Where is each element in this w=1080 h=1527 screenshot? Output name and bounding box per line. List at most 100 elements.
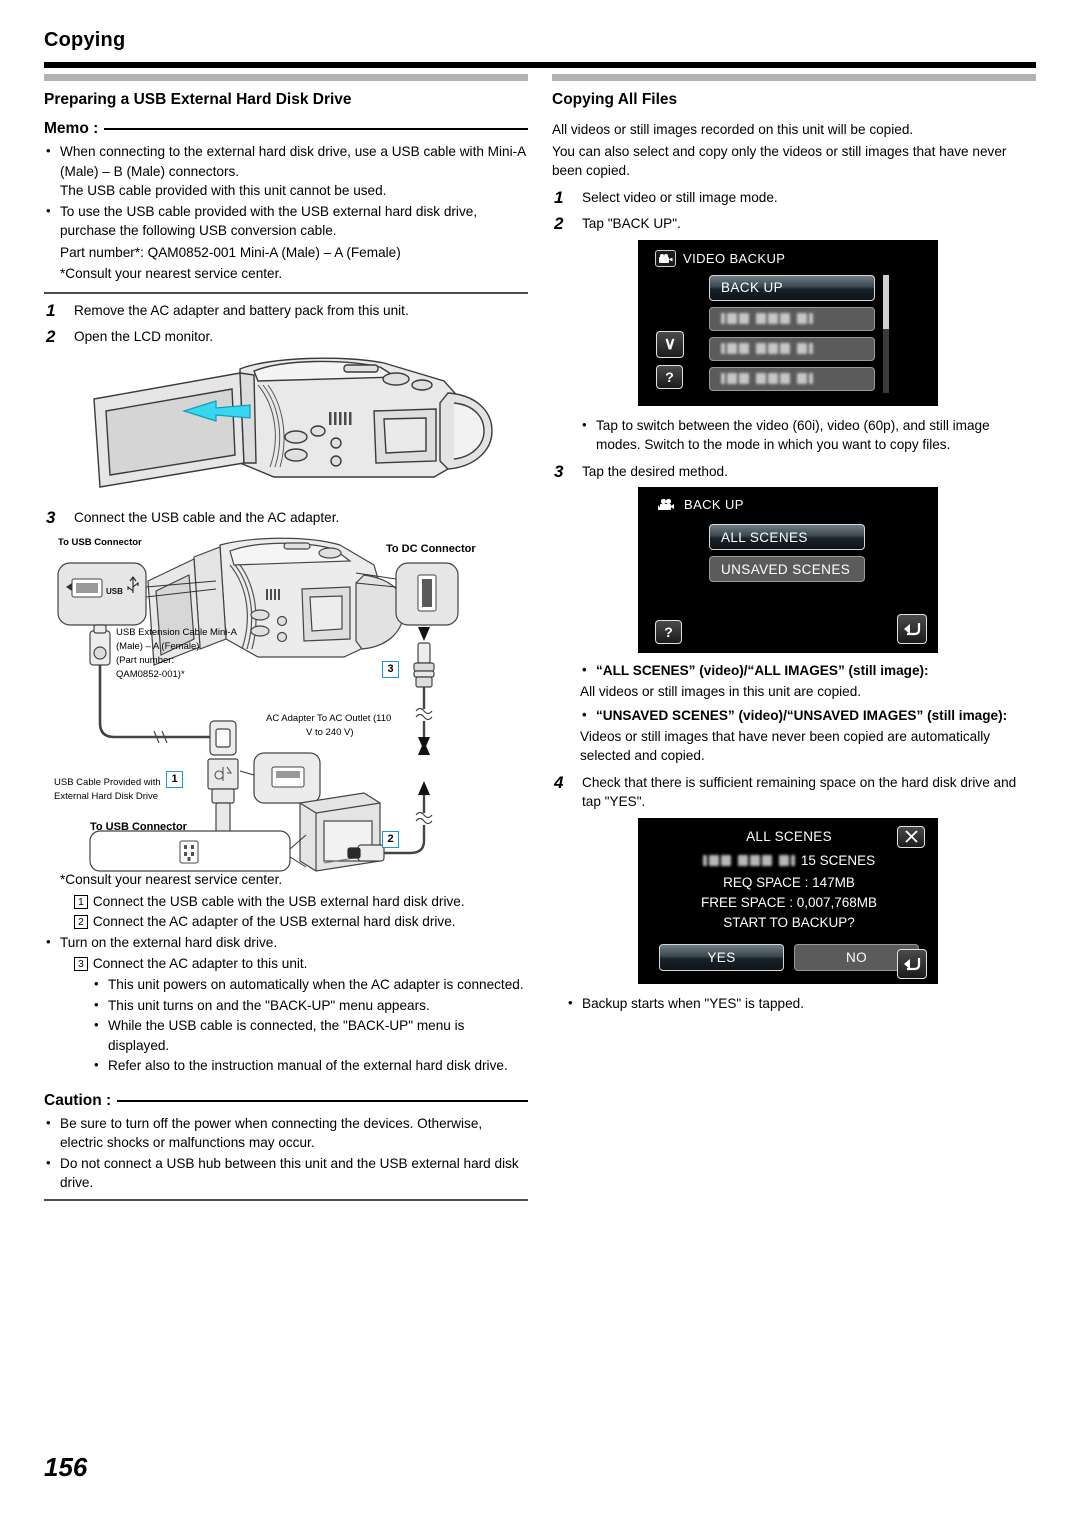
label-usb-ext-cable-l2: (Male) – A (Female)	[116, 641, 200, 652]
screen1-scrollbar-thumb[interactable]	[883, 274, 889, 329]
memo-consult: *Consult your nearest service center.	[60, 266, 283, 281]
sub-bullet-2: This unit turns on and the "BACK-UP" men…	[90, 995, 528, 1016]
video-camera-icon	[655, 499, 677, 510]
chevron-down-icon: ∨	[663, 334, 677, 353]
right-step-3: 3 Tap the desired method.	[552, 462, 1036, 482]
usb-a-port-zoom	[239, 752, 321, 804]
lcd-screen-back-up: BACK UP ALL SCENES UNSAVED SCENES ?	[638, 487, 938, 653]
label-usb-ext-cable-l3: (Part number:	[116, 655, 175, 666]
right-step-1-num: 1	[554, 187, 564, 207]
caution-rule	[117, 1099, 528, 1102]
label-usb-cable-provided-l2: External Hard Disk Drive	[54, 791, 158, 802]
left-step-1: 1 Remove the AC adapter and battery pack…	[44, 301, 528, 321]
screen1-menu-item-1[interactable]	[709, 306, 875, 331]
screen1-header-label: VIDEO BACKUP	[683, 250, 786, 266]
camcorder-svg	[93, 357, 493, 488]
screen3-title: ALL SCENES	[746, 828, 832, 844]
screen1-menu-item-3[interactable]	[709, 366, 875, 391]
lcd-screen-confirm-backup: ALL SCENES 15 SCENES REQ SPACE : 147MB F…	[638, 817, 939, 984]
screen1-menu-item-2[interactable]	[709, 336, 875, 361]
sub-bullet-4: Refer also to the instruction manual of …	[90, 1055, 528, 1076]
method-note-1-body: All videos or still images in this unit …	[580, 683, 862, 699]
screen1-help-button[interactable]: ?	[656, 364, 683, 389]
help-icon: ?	[664, 624, 673, 640]
screen1-backup-button[interactable]: BACK UP	[709, 274, 875, 301]
sub-bullet-3: While the USB cable is connected, the "B…	[90, 1015, 528, 1055]
chapter-header: Copying	[44, 28, 1036, 52]
right-step-1-text: Select video or still image mode.	[582, 189, 778, 205]
numbered-box-line-1: 1 Connect the USB cable with the USB exte…	[74, 892, 528, 912]
left-step-1-text: Remove the AC adapter and battery pack f…	[74, 302, 409, 318]
screen3-free-space: FREE SPACE : 0,007,768MB	[700, 894, 878, 910]
right-intro-line-2: You can also select and copy only the vi…	[552, 143, 1007, 179]
caution-list: Be sure to turn off the power when conne…	[44, 1113, 528, 1193]
numbered-box-3: 3	[74, 957, 88, 971]
right-step-4-num: 4	[554, 772, 564, 792]
screen3-close-button[interactable]	[897, 825, 925, 848]
screen2-help-button[interactable]: ?	[655, 620, 682, 644]
memo-list: When connecting to the external hard dis…	[44, 141, 528, 241]
left-step-3-num: 3	[46, 507, 56, 527]
numbered-box-2-text: Connect the AC adapter of the USB extern…	[92, 913, 456, 929]
svg-text:USB: USB	[106, 587, 123, 596]
callout-2: 2	[382, 831, 399, 848]
caution-divider	[44, 1198, 528, 1201]
chapter-rule	[44, 62, 1036, 68]
label-ac-adapter-outlet-l2: V to 240 V)	[306, 727, 354, 738]
connection-diagram: USB To USB Connector To DC Connector USB…	[44, 531, 528, 876]
numbered-box-line-3: 3 Connect the AC adapter to this unit.	[74, 954, 528, 974]
memo-item-2: To use the USB cable provided with the U…	[44, 201, 528, 241]
numbered-box-3-text: Connect the AC adapter to this unit.	[92, 956, 308, 971]
sub-bullet-list: This unit powers on automatically when t…	[90, 974, 528, 1076]
right-intro-line-1: All videos or still images recorded on t…	[552, 122, 914, 137]
screen2-all-scenes-button[interactable]: ALL SCENES	[709, 524, 865, 550]
screen1-note-list: Tap to switch between the video (60i), v…	[580, 415, 1036, 455]
memo-divider	[44, 291, 528, 294]
memo-item-2-text: To use the USB cable provided with the U…	[60, 203, 478, 239]
numbered-box-1-text: Connect the USB cable with the USB exter…	[92, 893, 465, 909]
screen3-req-space: REQ SPACE : 147MB	[723, 874, 855, 890]
screen3-yes-button[interactable]: YES	[659, 943, 784, 971]
section-bar-left	[44, 74, 528, 81]
screen3-no-label: NO	[845, 949, 868, 965]
callout-1: 1	[166, 771, 183, 788]
method-note-2-body: Videos or still images that have never b…	[580, 728, 991, 764]
screen3-back-button[interactable]	[897, 948, 927, 979]
right-step-2: 2 Tap "BACK UP".	[552, 214, 1036, 234]
right-step-4-text: Check that there is sufficient remaining…	[582, 774, 1017, 810]
right-step-2-num: 2	[554, 214, 564, 233]
turn-on-hdd-list: Turn on the external hard disk drive.	[44, 932, 528, 953]
manual-page: Copying Preparing a USB External Hard Di…	[0, 0, 1080, 1527]
memo-rule	[104, 128, 528, 130]
left-column: Preparing a USB External Hard Disk Drive…	[44, 74, 528, 1201]
screen2-unsaved-scenes-label: UNSAVED SCENES	[721, 561, 851, 577]
label-to-usb-connector-top: To USB Connector	[58, 537, 142, 548]
lcd-screen-video-backup: VIDEO BACKUP BACK UP ∨ ?	[638, 239, 938, 406]
screen3-yes-label: YES	[707, 949, 736, 965]
close-icon	[904, 830, 918, 843]
left-step-2-text: Open the LCD monitor.	[74, 329, 214, 344]
callout-3: 3	[382, 661, 399, 678]
help-icon: ?	[665, 368, 674, 385]
label-ac-adapter-outlet-l1: AC Adapter To AC Outlet (110	[266, 713, 392, 724]
label-to-dc-connector: To DC Connector	[386, 543, 476, 555]
screen3-scene-count-row: 15 SCENES	[639, 853, 939, 868]
screen1-backup-label: BACK UP	[721, 280, 784, 295]
sub-bullet-1: This unit powers on automatically when t…	[90, 974, 528, 995]
right-step-2-text: Tap "BACK UP".	[582, 216, 681, 231]
screen1-note: Tap to switch between the video (60i), v…	[580, 415, 1036, 455]
page-number: 156	[44, 1452, 88, 1482]
back-arrow-icon	[904, 957, 921, 970]
redacted-text-4	[702, 854, 795, 866]
screen3-prompt: START TO BACKUP?	[723, 914, 855, 930]
screen2-unsaved-scenes-button[interactable]: UNSAVED SCENES	[709, 556, 865, 582]
screen2-back-button[interactable]	[897, 614, 927, 644]
redacted-text-3	[721, 373, 813, 384]
section-bar-right	[552, 74, 1036, 81]
screen1-scroll-down-button[interactable]: ∨	[656, 330, 684, 358]
left-step-1-num: 1	[46, 300, 56, 320]
left-step-2: 2 Open the LCD monitor.	[44, 327, 528, 347]
label-usb-ext-cable-l1: USB Extension Cable Mini-A	[116, 627, 237, 638]
numbered-box-2: 2	[74, 914, 88, 929]
hdd-usb-connector-callout	[89, 830, 307, 872]
